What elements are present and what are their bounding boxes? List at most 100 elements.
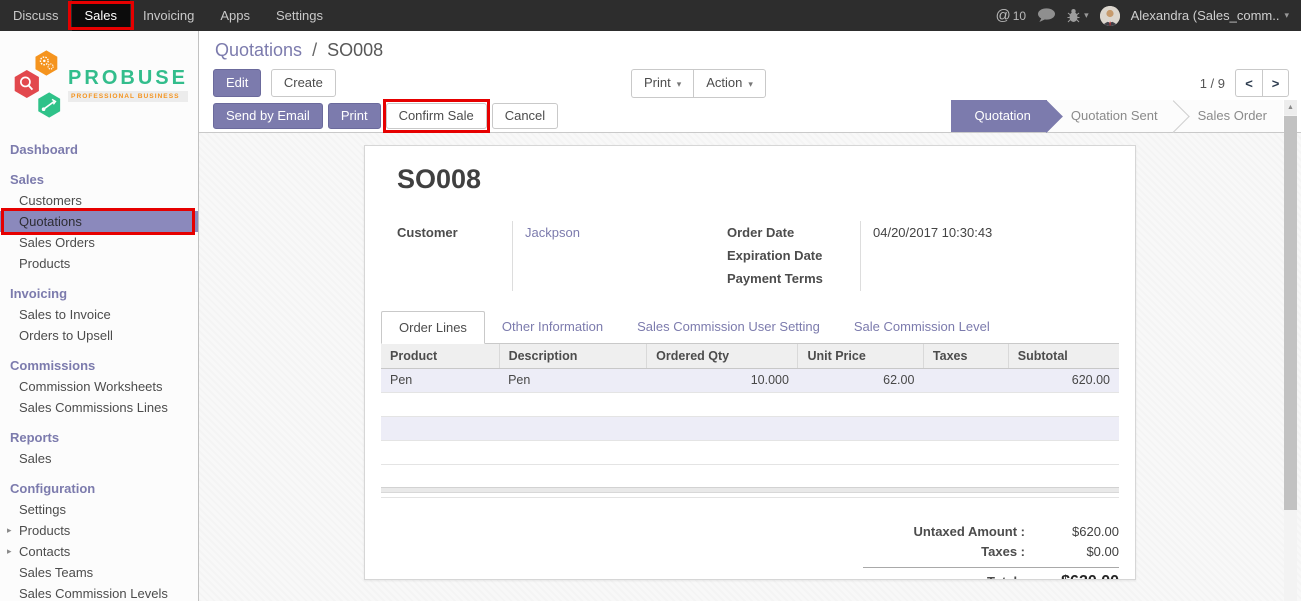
- total-label: Total :: [863, 572, 1039, 581]
- topbar-right: @ 10 ▾ Alexandra (Sales_comm: [996, 0, 1301, 31]
- send-by-email-button[interactable]: Send by Email: [213, 103, 323, 129]
- debug-menu[interactable]: ▾: [1067, 8, 1089, 23]
- breadcrumb-current: SO008: [327, 40, 383, 60]
- pager: 1 / 9 < >: [1200, 69, 1289, 97]
- total-value: $620.00: [1039, 572, 1119, 581]
- chevron-down-icon: ▾: [1284, 10, 1289, 21]
- action-dropdown-button[interactable]: Action: [693, 69, 766, 98]
- cell-taxes: [923, 368, 1008, 392]
- print-dropdown-label: Print: [644, 75, 671, 90]
- order-date-value: 04/20/2017 10:30:43: [873, 221, 1103, 244]
- avatar: [1100, 6, 1120, 26]
- chevron-down-icon: [671, 75, 682, 90]
- sidebar-item-sales-commission-levels[interactable]: Sales Commission Levels: [0, 583, 198, 601]
- sidebar-item-sales-teams[interactable]: Sales Teams: [0, 562, 198, 583]
- cancel-button[interactable]: Cancel: [492, 103, 558, 129]
- column-header-unit-price: Unit Price: [798, 344, 923, 368]
- sidebar-section-sales[interactable]: Sales: [0, 169, 198, 190]
- edit-button[interactable]: Edit: [213, 69, 261, 97]
- untaxed-amount-value: $620.00: [1039, 522, 1119, 542]
- sidebar-item-settings[interactable]: Settings: [0, 499, 198, 520]
- sidebar-item-products[interactable]: Products: [0, 253, 198, 274]
- sidebar-item-label: Products: [19, 523, 70, 538]
- tab-sales-commission-user-setting[interactable]: Sales Commission User Setting: [620, 311, 837, 343]
- menu-sales[interactable]: Sales: [72, 0, 131, 31]
- empty-row: [381, 392, 1119, 416]
- logo-subtitle: PROFESSIONAL BUSINESS: [68, 91, 188, 102]
- menu-apps[interactable]: Apps: [207, 0, 263, 31]
- sidebar-nav: Dashboard Sales Customers Quotations Sal…: [0, 139, 198, 601]
- at-icon: @: [996, 7, 1011, 24]
- sidebar: PROBUSE PROFESSIONAL BUSINESS Dashboard …: [0, 31, 199, 601]
- expiration-date-field-label: Expiration Date: [727, 244, 860, 267]
- quotation-sheet: SO008 Customer Jackpson Order Date E: [364, 145, 1136, 580]
- action-dropdown-label: Action: [706, 75, 742, 90]
- sidebar-section-configuration[interactable]: Configuration: [0, 478, 198, 499]
- chat-bubble-icon[interactable]: [1037, 8, 1056, 23]
- field-groups: Customer Jackpson Order Date Expiration …: [381, 221, 1119, 291]
- sidebar-item-orders-to-upsell[interactable]: Orders to Upsell: [0, 325, 198, 346]
- customer-value-link[interactable]: Jackpson: [525, 221, 727, 244]
- payment-terms-field-label: Payment Terms: [727, 267, 860, 290]
- sidebar-section-dashboard[interactable]: Dashboard: [0, 139, 198, 160]
- pager-previous-button[interactable]: <: [1235, 69, 1262, 97]
- menu-settings[interactable]: Settings: [263, 0, 336, 31]
- expand-arrow-icon[interactable]: ▸: [7, 541, 12, 562]
- sidebar-item-config-products[interactable]: ▸ Products: [0, 520, 198, 541]
- user-menu[interactable]: Alexandra (Sales_comm.. ▾: [1131, 8, 1289, 23]
- tab-order-lines[interactable]: Order Lines: [381, 311, 485, 344]
- print-dropdown-button[interactable]: Print: [631, 69, 693, 98]
- logo-title: PROBUSE: [68, 67, 188, 90]
- pager-next-button[interactable]: >: [1262, 69, 1289, 97]
- order-line-row[interactable]: Pen Pen 10.000 62.00 620.00: [381, 368, 1119, 392]
- untaxed-amount-row: Untaxed Amount : $620.00: [863, 522, 1119, 542]
- empty-row: [381, 440, 1119, 464]
- tab-other-information[interactable]: Other Information: [485, 311, 620, 343]
- field-group-right: Order Date Expiration Date Payment Terms…: [727, 221, 1103, 291]
- scrollbar-up-arrow[interactable]: ▲: [1284, 100, 1297, 115]
- cell-subtotal: 620.00: [1008, 368, 1119, 392]
- total-row: Total : $620.00: [863, 572, 1119, 581]
- user-name: Alexandra (Sales_comm..: [1131, 8, 1280, 23]
- sidebar-section-commissions[interactable]: Commissions: [0, 355, 198, 376]
- sidebar-item-label: Contacts: [19, 544, 70, 559]
- sidebar-item-reports-sales[interactable]: Sales: [0, 448, 198, 469]
- status-quotation[interactable]: Quotation: [951, 100, 1047, 132]
- taxes-label: Taxes :: [863, 542, 1039, 562]
- vertical-scrollbar: ▲: [1284, 100, 1297, 601]
- menu-sales-label: Sales: [85, 8, 118, 23]
- topbar: Discuss Sales Invoicing Apps Settings @ …: [0, 0, 1301, 31]
- sidebar-item-sales-orders[interactable]: Sales Orders: [0, 232, 198, 253]
- status-quotation-sent[interactable]: Quotation Sent: [1047, 100, 1174, 132]
- breadcrumb-separator: /: [312, 40, 317, 60]
- column-header-subtotal: Subtotal: [1008, 344, 1119, 368]
- sidebar-item-config-contacts[interactable]: ▸ Contacts: [0, 541, 198, 562]
- cell-description: Pen: [499, 368, 647, 392]
- menu-invoicing[interactable]: Invoicing: [130, 0, 207, 31]
- create-button[interactable]: Create: [271, 69, 336, 97]
- mentions-counter[interactable]: @ 10: [996, 7, 1027, 24]
- sidebar-item-sales-to-invoice[interactable]: Sales to Invoice: [0, 304, 198, 325]
- chevron-down-icon: ▾: [1084, 10, 1089, 21]
- probuse-logo-icon: [10, 43, 66, 125]
- probuse-logo: PROBUSE PROFESSIONAL BUSINESS: [0, 31, 198, 135]
- sidebar-item-commission-worksheets[interactable]: Commission Worksheets: [0, 376, 198, 397]
- print-button[interactable]: Print: [328, 103, 381, 129]
- print-action-group: Print Action: [631, 69, 766, 98]
- breadcrumb-parent-link[interactable]: Quotations: [215, 40, 302, 60]
- sidebar-section-reports[interactable]: Reports: [0, 427, 198, 448]
- scrollbar-thumb[interactable]: [1284, 116, 1297, 510]
- column-header-ordered-qty: Ordered Qty: [647, 344, 798, 368]
- order-date-field-label: Order Date: [727, 221, 860, 244]
- expand-arrow-icon[interactable]: ▸: [7, 520, 12, 541]
- menu-discuss[interactable]: Discuss: [0, 0, 72, 31]
- sidebar-section-invoicing[interactable]: Invoicing: [0, 283, 198, 304]
- confirm-sale-button[interactable]: Confirm Sale: [386, 103, 487, 129]
- tab-sale-commission-level[interactable]: Sale Commission Level: [837, 311, 1007, 343]
- sidebar-item-quotations[interactable]: Quotations: [0, 211, 198, 232]
- control-panel: Edit Create Print Action 1 / 9 < >: [199, 65, 1301, 100]
- sidebar-item-sales-commissions-lines[interactable]: Sales Commissions Lines: [0, 397, 198, 418]
- sidebar-item-customers[interactable]: Customers: [0, 190, 198, 211]
- notebook-tabs: Order Lines Other Information Sales Comm…: [381, 311, 1119, 344]
- empty-row: [381, 416, 1119, 440]
